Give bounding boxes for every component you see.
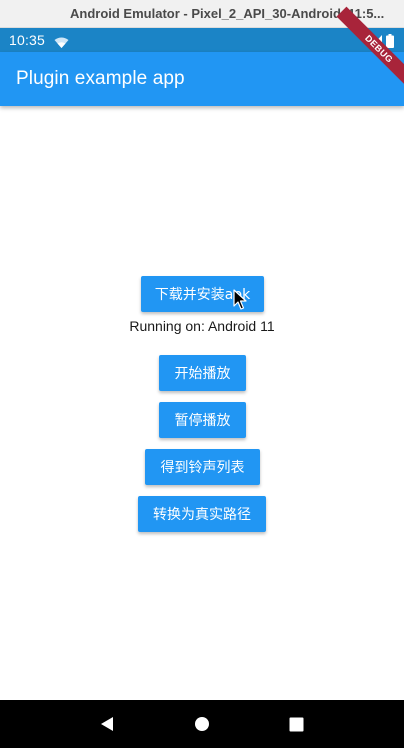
mouse-cursor-icon [233, 289, 247, 311]
wifi-icon [54, 34, 69, 48]
running-on-text: Running on: Android 11 [129, 318, 275, 334]
navigation-bar [0, 700, 404, 748]
get-ringtone-list-button[interactable]: 得到铃声列表 [145, 449, 260, 485]
status-time: 10:35 [9, 32, 46, 48]
convert-real-path-button[interactable]: 转换为真实路径 [138, 496, 266, 532]
recents-icon[interactable] [287, 714, 307, 734]
back-icon[interactable] [97, 714, 117, 734]
start-playback-button[interactable]: 开始播放 [159, 355, 246, 391]
status-bar: 10:35 [0, 28, 404, 52]
home-icon[interactable] [192, 714, 212, 734]
pause-playback-button[interactable]: 暂停播放 [159, 402, 246, 438]
app-bar-title: Plugin example app [16, 68, 185, 89]
app-bar: Plugin example app [0, 52, 404, 106]
main-content: 下载并安装apk Running on: Android 11 开始播放 暂停播… [0, 106, 404, 700]
